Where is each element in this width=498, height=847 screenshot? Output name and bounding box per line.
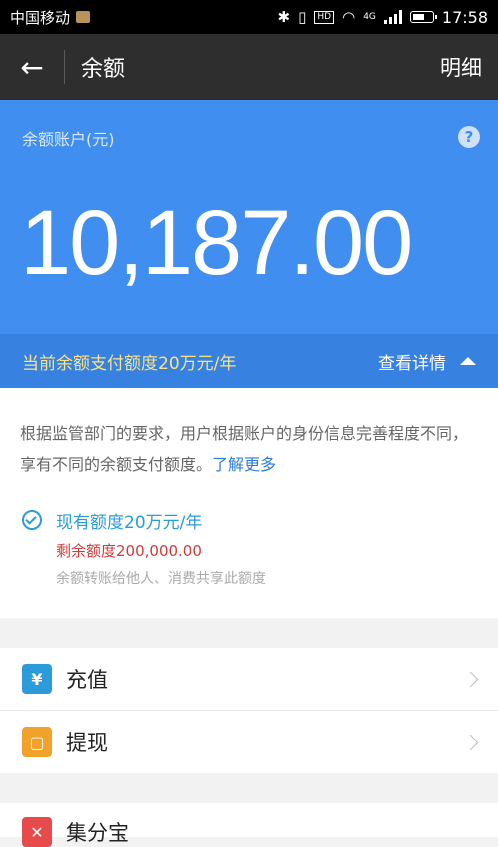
current-limit: 现有额度20万元/年 [56,513,203,533]
page-title: 余额 [81,57,126,82]
limit-note: 余额转账给他人、消费共享此额度 [56,571,266,587]
menu-item-recharge[interactable]: ¥ 充值 [0,648,498,710]
quota-bar[interactable]: 当前余额支付额度20万元/年 查看详情 [0,334,498,388]
quota-info-panel: 根据监管部门的要求，用户根据账户的身份信息完善程度不同，享有不同的余额支付额度。… [0,388,498,618]
view-details-button[interactable]: 查看详情 [378,349,476,374]
detail-button[interactable]: 明细 [440,52,482,82]
back-button[interactable]: ← [0,34,64,100]
bluetooth-icon: ✱ [277,8,291,26]
menu-item-label: 提现 [66,731,108,755]
status-bar: 中国移动 ✱ ▯ HD ◠ 4G 17:58 [0,0,498,34]
hd-badge: HD [314,10,335,24]
network-type: 4G [363,12,376,22]
view-details-label: 查看详情 [378,353,446,374]
carrier-label: 中国移动 [10,8,71,27]
menu-item-withdraw[interactable]: ▢ 提现 [0,711,498,773]
balance-amount: 10,187.00 [20,192,413,294]
battery-icon [409,11,437,23]
signal-icon [383,10,402,24]
check-circle-icon [22,510,42,530]
remaining-limit: 剩余额度200,000.00 [56,542,202,560]
arrow-left-icon: ← [20,50,44,84]
menu-item-jifenbao[interactable]: ✕ 集分宝 [0,803,498,847]
vibrate-icon: ▯ [298,8,307,26]
caret-up-icon [460,357,476,365]
clock: 17:58 [441,7,488,27]
menu-item-label: 充值 [66,668,108,692]
wifi-icon: ◠ [342,8,356,26]
recharge-icon: ¥ [22,664,52,694]
jifenbao-icon: ✕ [22,817,52,847]
chevron-right-icon [462,734,479,750]
learn-more-link[interactable]: 了解更多 [212,455,276,474]
title-divider [64,50,65,84]
chevron-right-icon [462,671,479,687]
help-icon[interactable]: ? [458,126,480,148]
quota-text: 当前余额支付额度20万元/年 [22,353,237,374]
title-bar: ← 余额 明细 [0,34,498,100]
status-icons: ✱ ▯ HD ◠ 4G 17:58 [278,8,488,27]
menu-item-label: 集分宝 [66,821,129,845]
balance-label: 余额账户(元) [22,130,115,149]
sim-card-icon [76,11,91,23]
balance-panel: 余额账户(元) ? 10,187.00 [0,100,498,334]
wallet-icon: ▢ [22,727,52,757]
quota-description: 根据监管部门的要求，用户根据账户的身份信息完善程度不同，享有不同的余额支付额度。… [20,418,480,480]
